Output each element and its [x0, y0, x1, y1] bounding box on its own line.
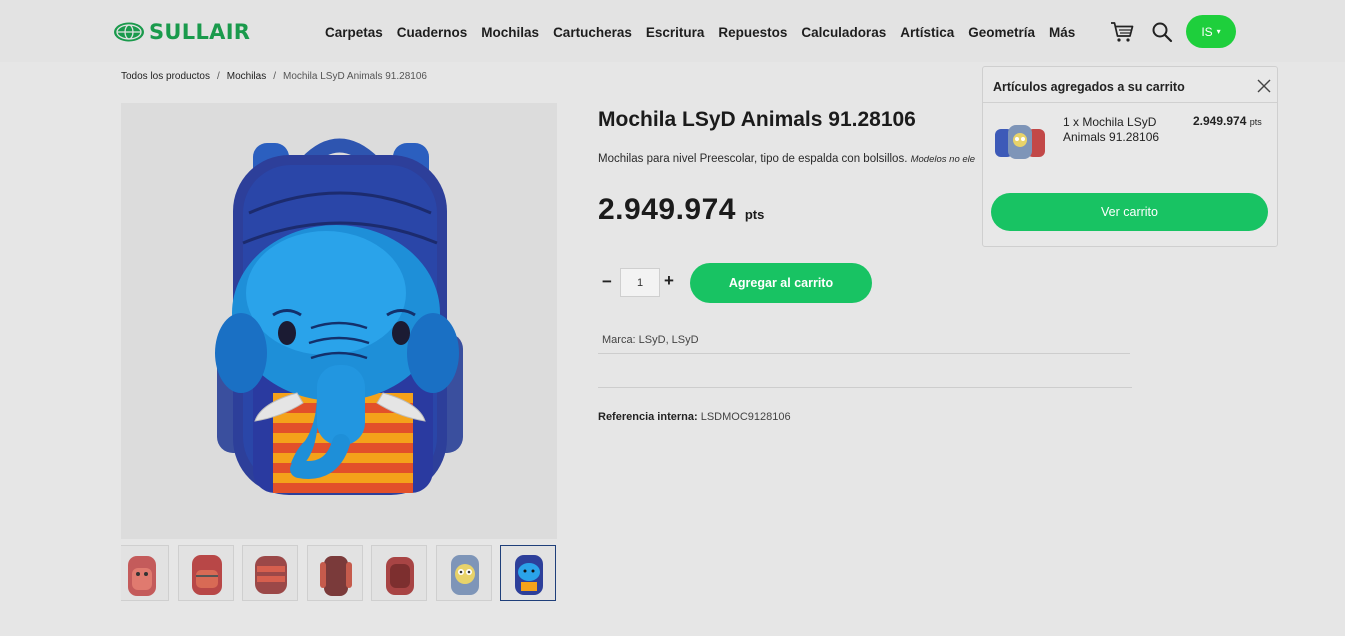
- quantity-input[interactable]: [620, 268, 660, 297]
- thumbnail-strip: [121, 545, 557, 602]
- backpack-thumb-icon: [320, 556, 352, 596]
- brand-logo[interactable]: SULLAIR: [113, 20, 250, 44]
- divider: [598, 387, 1132, 388]
- add-to-cart-button[interactable]: Agregar al carrito: [690, 263, 872, 303]
- price-unit: pts: [744, 207, 765, 222]
- breadcrumb-mochilas[interactable]: Mochilas: [227, 71, 266, 82]
- main-nav: Carpetas Cuadernos Mochilas Cartucheras …: [325, 25, 1075, 40]
- cart-item-price-unit: pts: [1249, 117, 1262, 127]
- nav-item-escritura[interactable]: Escritura: [646, 25, 705, 40]
- internal-reference-label: Referencia interna:: [598, 411, 698, 423]
- thumbnail-1[interactable]: [121, 545, 169, 601]
- view-cart-button[interactable]: Ver carrito: [991, 193, 1268, 231]
- backpack-illustration: [215, 138, 463, 495]
- breadcrumb-current: Mochila LSyD Animals 91.28106: [282, 71, 427, 82]
- product-title: Mochila LSyD Animals 91.28106: [598, 108, 916, 131]
- backpack-thumb-icon: [128, 556, 156, 596]
- search-icon[interactable]: [1151, 21, 1173, 43]
- site-header: SULLAIR Carpetas Cuadernos Mochilas Cart…: [0, 0, 1345, 62]
- quantity-increase-button[interactable]: +: [664, 271, 674, 291]
- thumbnail-2[interactable]: [178, 545, 234, 601]
- nav-item-mochilas[interactable]: Mochilas: [481, 25, 539, 40]
- cart-item-thumbnail: [995, 125, 1045, 159]
- breadcrumb-all-products[interactable]: Todos los productos: [121, 71, 210, 82]
- nav-item-cartucheras[interactable]: Cartucheras: [553, 25, 632, 40]
- cart-added-popup: Artículos agregados a su carrito 1 x Moc…: [982, 66, 1278, 247]
- thumbnail-3[interactable]: [242, 545, 298, 601]
- breadcrumb-separator: /: [273, 71, 276, 82]
- close-icon[interactable]: [1257, 79, 1271, 93]
- price-value: 2.949.974: [598, 193, 736, 226]
- thumbnail-7[interactable]: [500, 545, 556, 601]
- breadcrumb: Todos los productos / Mochilas / Mochila…: [121, 71, 427, 82]
- nav-item-cuadernos[interactable]: Cuadernos: [397, 25, 468, 40]
- quantity-decrease-button[interactable]: −: [602, 272, 612, 292]
- product-price: 2.949.974 pts: [598, 193, 764, 227]
- user-menu-button[interactable]: IS ▾: [1186, 15, 1236, 48]
- popup-title: Artículos agregados a su carrito: [993, 80, 1185, 94]
- user-initials: IS: [1201, 24, 1213, 39]
- globe-logo-icon: [114, 22, 144, 42]
- product-description-note: Modelos no ele: [910, 154, 976, 165]
- brand-name: SULLAIR: [149, 20, 251, 44]
- backpack-thumb-icon: [192, 555, 222, 595]
- product-description: Mochilas para nivel Preescolar, tipo de …: [598, 153, 982, 165]
- nav-item-calculadoras[interactable]: Calculadoras: [801, 25, 886, 40]
- breadcrumb-separator: /: [216, 71, 220, 82]
- nav-item-artistica[interactable]: Artística: [900, 25, 954, 40]
- internal-reference: Referencia interna: LSDMOC9128106: [598, 411, 791, 423]
- backpack-thumb-icon: [515, 555, 543, 595]
- backpack-thumb-icon: [386, 557, 414, 595]
- nav-item-carpetas[interactable]: Carpetas: [325, 25, 383, 40]
- nav-item-repuestos[interactable]: Repuestos: [718, 25, 787, 40]
- backpack-thumb-icon: [451, 555, 479, 595]
- internal-reference-value: LSDMOC9128106: [700, 411, 791, 423]
- product-main-image[interactable]: [121, 103, 557, 539]
- cart-item-price-value: 2.949.974: [1193, 114, 1247, 128]
- thumbnail-4[interactable]: [307, 545, 363, 601]
- thumbnail-5[interactable]: [371, 545, 427, 601]
- backpack-thumb-icon: [255, 556, 287, 594]
- cart-icon[interactable]: [1110, 21, 1134, 43]
- cart-item-name: 1 x Mochila LSyD Animals 91.28106: [1063, 115, 1160, 144]
- product-brand: Marca: LSyD, LSyD: [598, 330, 1130, 354]
- cart-item-price: 2.949.974 pts: [1193, 114, 1262, 128]
- thumbnail-6[interactable]: [436, 545, 492, 601]
- chevron-down-icon: ▾: [1216, 27, 1221, 36]
- product-description-text: Mochilas para nivel Preescolar, tipo de …: [598, 153, 908, 165]
- nav-item-geometria[interactable]: Geometría: [968, 25, 1035, 40]
- nav-item-mas[interactable]: Más: [1049, 25, 1075, 40]
- popup-header: Artículos agregados a su carrito: [983, 67, 1277, 103]
